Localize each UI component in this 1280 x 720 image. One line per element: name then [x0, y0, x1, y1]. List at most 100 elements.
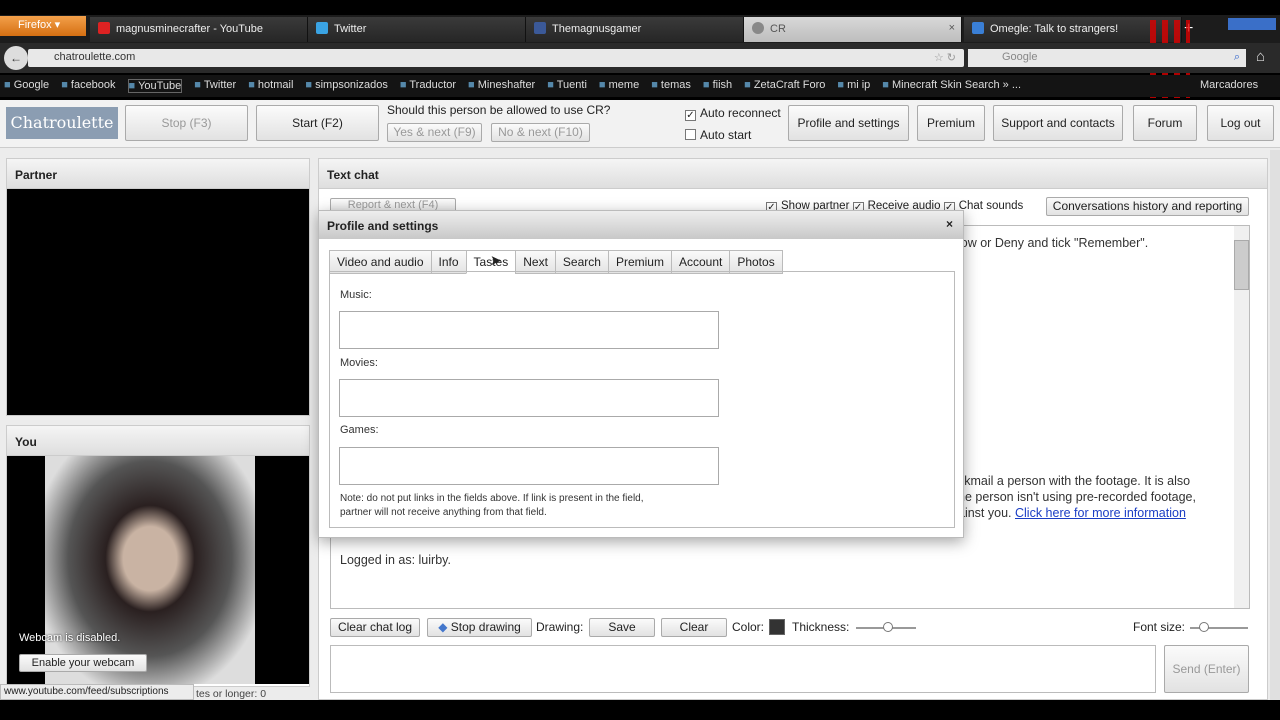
dialog-title: Profile and settings — [327, 219, 439, 233]
checkbox-unchecked[interactable] — [685, 129, 696, 140]
bookmark[interactable]: facebook — [61, 79, 116, 93]
tastes-panel: Music: Movies: Games: Note: do not put l… — [329, 271, 955, 528]
window-controls[interactable] — [1228, 18, 1276, 30]
search-box[interactable]: Google ⌕ — [968, 49, 1246, 67]
browser-tab[interactable]: Twitter — [308, 17, 526, 42]
games-input[interactable] — [339, 447, 719, 485]
chatroulette-icon — [752, 22, 764, 34]
mouse-cursor-icon: ➤ — [490, 252, 502, 268]
yes-next-button[interactable]: Yes & next (F9) — [387, 123, 482, 142]
auto-start-label: Auto start — [700, 128, 752, 142]
facebook-icon — [534, 22, 546, 34]
support-button[interactable]: Support and contacts — [993, 105, 1123, 141]
start-button[interactable]: Start (F2) — [256, 105, 379, 141]
music-label: Music: — [340, 289, 372, 301]
youtube-icon — [98, 22, 110, 34]
chat-scrollbar[interactable] — [1234, 226, 1249, 608]
clear-chat-log-button[interactable]: Clear chat log — [330, 618, 420, 637]
bookmark[interactable]: simpsonizados — [305, 79, 388, 93]
close-tab-icon[interactable]: × — [949, 22, 955, 34]
bookmark[interactable]: Twitter — [194, 79, 236, 93]
checkbox-checked[interactable]: ✓ — [685, 110, 696, 121]
back-button[interactable]: ← — [4, 46, 28, 70]
firefox-menu-label: Firefox — [18, 19, 52, 31]
close-icon[interactable]: × — [946, 217, 953, 231]
profile-settings-button[interactable]: Profile and settings — [788, 105, 909, 141]
browser-tab[interactable]: Themagnusgamer — [526, 17, 744, 42]
page-scrollbar[interactable] — [1270, 150, 1280, 700]
games-label: Games: — [340, 424, 379, 436]
text-chat-title: Text chat — [319, 159, 1267, 189]
chat-line: ainst you. — [958, 506, 1012, 520]
home-icon[interactable]: ⌂ — [1256, 48, 1265, 65]
thickness-slider-handle[interactable] — [883, 622, 893, 632]
stop-drawing-label: Stop drawing — [450, 620, 521, 634]
twitter-icon — [316, 22, 328, 34]
webcam-disabled-text: Webcam is disabled. — [19, 632, 121, 644]
bookmark[interactable]: Google — [4, 79, 49, 93]
profile-settings-dialog: Profile and settings × Video and audio In… — [318, 210, 964, 538]
forum-button[interactable]: Forum — [1133, 105, 1197, 141]
self-video: Webcam is disabled. Enable your webcam — [7, 456, 309, 684]
links-note: Note: do not put links in the fields abo… — [340, 492, 644, 520]
stop-button[interactable]: Stop (F3) — [125, 105, 248, 141]
partner-video — [7, 189, 309, 415]
chat-line: ckmail a person with the footage. It is … — [958, 474, 1191, 488]
color-picker[interactable] — [769, 619, 785, 635]
tab-label: Omegle: Talk to strangers! — [990, 23, 1119, 35]
firefox-menu-button[interactable]: Firefox ▾ — [0, 16, 86, 36]
bookmark[interactable]: Minecraft Skin Search » ... — [882, 79, 1021, 93]
browser-tab-active[interactable]: CR × — [744, 17, 962, 42]
chatroulette-logo: Chatroulette — [6, 107, 118, 139]
save-drawing-button[interactable]: Save — [589, 618, 655, 637]
bookmark[interactable]: ZetaCraft Foro — [744, 79, 826, 93]
music-input[interactable] — [339, 311, 719, 349]
bookmark[interactable]: Tuenti — [547, 79, 587, 93]
logout-button[interactable]: Log out — [1207, 105, 1274, 141]
bookmark[interactable]: meme — [599, 79, 640, 93]
clear-drawing-button[interactable]: Clear — [661, 618, 727, 637]
bookmarks-bar: Google facebook YouTube Twitter hotmail simps… — [0, 75, 1280, 97]
font-size-label: Font size: — [1133, 620, 1186, 634]
chat-input[interactable] — [330, 645, 1156, 693]
send-button[interactable]: Send (Enter) — [1164, 645, 1249, 693]
scrollbar-thumb[interactable] — [1234, 240, 1249, 290]
partner-panel: Partner — [6, 158, 310, 416]
search-icon[interactable]: ⌕ — [1234, 51, 1240, 64]
enable-webcam-button[interactable]: Enable your webcam — [19, 654, 147, 672]
bookmark[interactable]: YouTube — [127, 79, 183, 93]
bookmarks-menu[interactable]: Marcadores — [1200, 79, 1258, 91]
bookmark[interactable]: Traductor — [400, 79, 456, 93]
dialog-title-bar: Profile and settings × — [319, 211, 963, 239]
chat-message: low or Deny and tick "Remember". — [958, 236, 1149, 250]
bookmark[interactable]: temas — [651, 79, 691, 93]
pencil-icon: ◆ — [438, 620, 451, 634]
user-photo — [45, 456, 255, 684]
bookmark[interactable]: hotmail — [248, 79, 293, 93]
auto-reconnect-checkbox[interactable]: ✓ Auto reconnect — [685, 106, 781, 121]
chat-line: he person isn't using pre-recorded foota… — [958, 490, 1196, 504]
conversation-history-button[interactable]: Conversations history and reporting — [1046, 197, 1249, 216]
no-next-button[interactable]: No & next (F10) — [491, 123, 590, 142]
browser-tab[interactable]: magnusminecrafter - YouTube — [90, 17, 308, 42]
font-size-slider-handle[interactable] — [1199, 622, 1209, 632]
url-bar[interactable]: chatroulette.com ☆ ↻ — [28, 49, 964, 67]
partner-title: Partner — [7, 159, 309, 189]
note-line: partner will not receive anything from t… — [340, 507, 547, 518]
premium-button[interactable]: Premium — [917, 105, 985, 141]
tab-label: CR — [770, 23, 786, 35]
status-bar-url: www.youtube.com/feed/subscriptions — [0, 684, 194, 700]
logged-in-text: Logged in as: luirby. — [340, 553, 451, 567]
bookmark[interactable]: mi ip — [837, 79, 870, 93]
more-info-link[interactable]: Click here for more information — [1015, 506, 1186, 520]
movies-input[interactable] — [339, 379, 719, 417]
tab-label: Twitter — [334, 23, 367, 35]
bookmark[interactable]: fiish — [703, 79, 733, 93]
reload-icon[interactable]: ☆ ↻ — [934, 51, 956, 64]
you-panel: You Webcam is disabled. Enable your webc… — [6, 425, 310, 687]
stop-drawing-button[interactable]: ◆ Stop drawing — [427, 618, 532, 637]
bookmark[interactable]: Mineshafter — [468, 79, 535, 93]
color-label: Color: — [732, 620, 765, 634]
auto-reconnect-label: Auto reconnect — [700, 106, 781, 120]
auto-start-checkbox[interactable]: Auto start — [685, 128, 751, 142]
